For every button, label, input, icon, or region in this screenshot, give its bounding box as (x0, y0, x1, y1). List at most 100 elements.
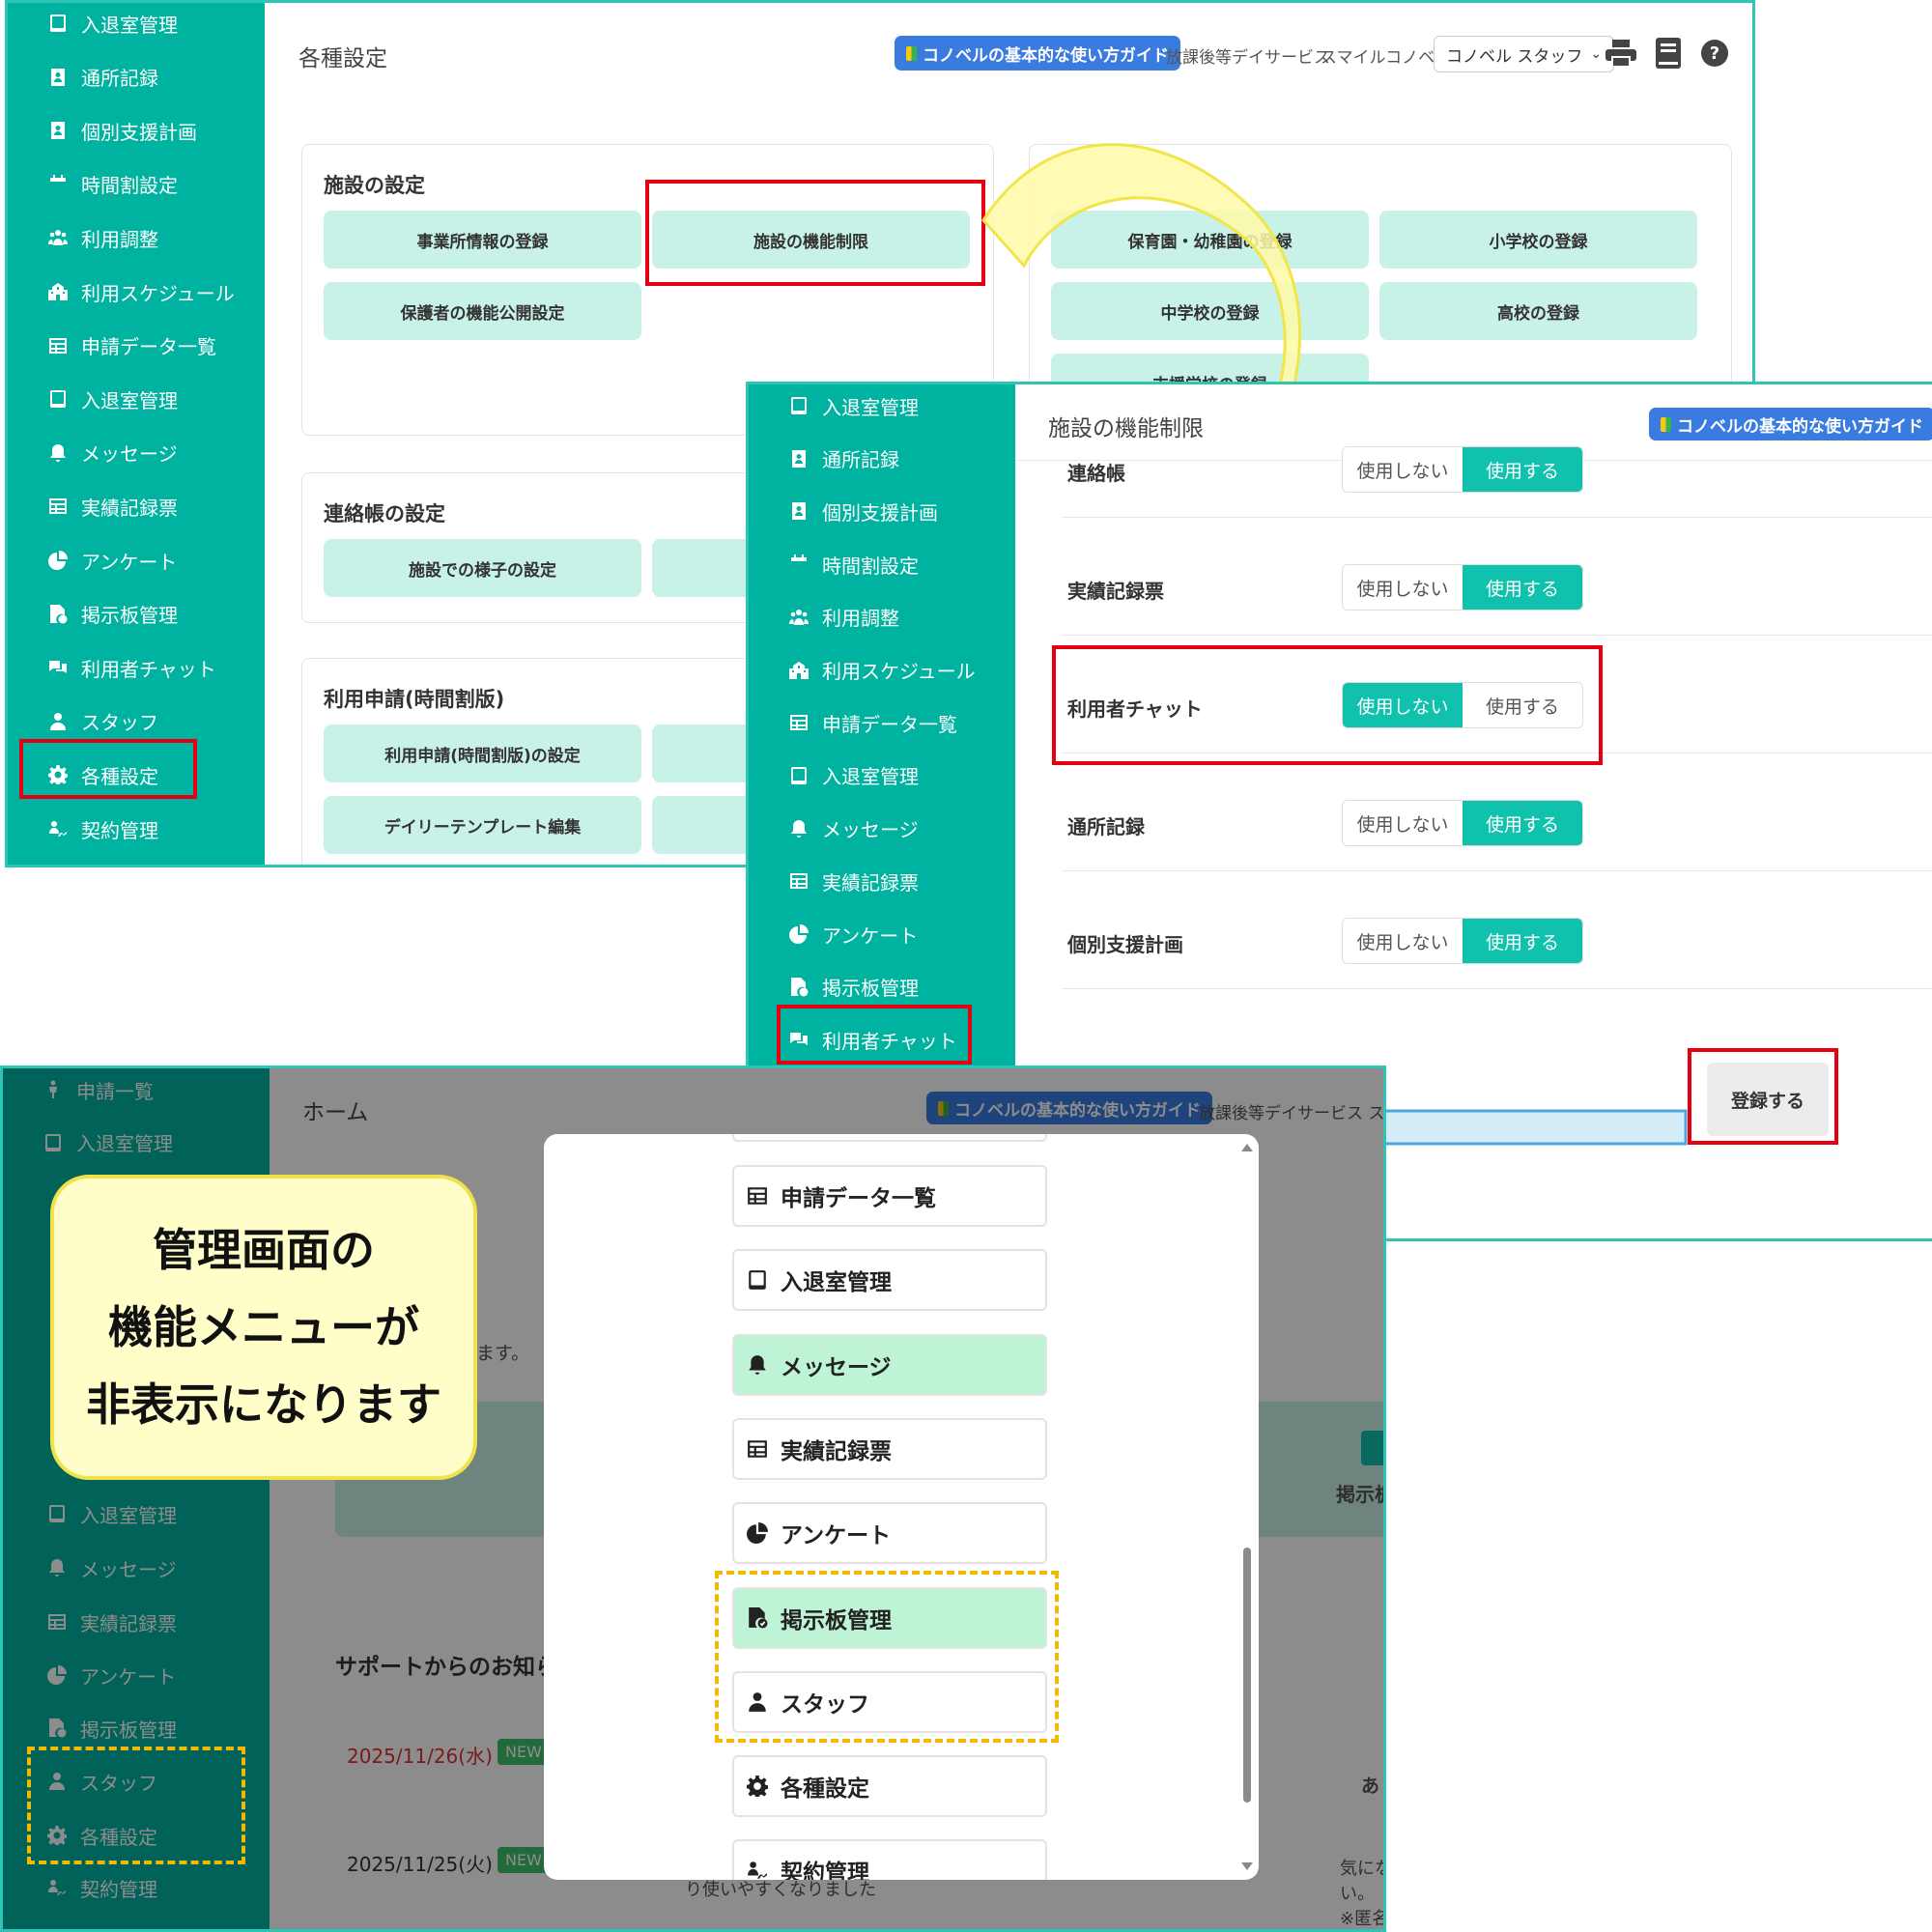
toggle-on-option[interactable]: 使用する (1463, 919, 1582, 963)
modal-menu-item[interactable]: 実績記録票 (732, 1417, 1047, 1480)
sidebar-item[interactable]: スタッフ (8, 702, 265, 741)
service-name: 放課後等デイサービス (1166, 48, 1330, 68)
toggle-off-option[interactable]: 使用しない (1343, 919, 1463, 963)
sidebar-item[interactable]: 個別支援計画 (749, 492, 1015, 530)
user-icon (46, 710, 70, 733)
sidebar-item[interactable]: 入退室管理 (749, 386, 1015, 425)
modal-menu-item[interactable]: 入退室管理 (732, 1249, 1047, 1312)
pie-chart-icon (746, 1521, 769, 1545)
sidebar-item[interactable]: 申請データ一覧 (749, 703, 1015, 742)
highlight-chat-menu (777, 1005, 972, 1065)
modal-menu-item[interactable]: メッセージ (732, 1333, 1047, 1396)
sidebar-item[interactable]: 掲示板管理 (749, 968, 1015, 1007)
sidebar-item-label: 時間割設定 (822, 554, 919, 578)
menu-modal: 申請データ一覧 入退室管理 メッセージ 実績記録票 アンケート 掲示板管理 スタッフ 各種設定… (544, 1134, 1259, 1880)
sidebar-item[interactable]: 利用調整 (8, 218, 265, 257)
high-school-tile[interactable]: 高校の登録 (1379, 282, 1697, 340)
sidebar-item[interactable]: 通所記録 (749, 440, 1015, 478)
sidebar-item[interactable]: 入退室管理 (8, 4, 265, 43)
sidebar-item-label: 申請データ一覧 (81, 335, 216, 359)
id-card-icon (787, 499, 810, 523)
callout-line: 管理画面の (153, 1224, 375, 1276)
sidebar-item[interactable]: メッセージ (8, 434, 265, 472)
partial-item-top (732, 1134, 1047, 1142)
table-icon (746, 1437, 769, 1461)
sidebar-item[interactable]: 入退室管理 (8, 380, 265, 418)
pie-chart-icon (46, 549, 70, 572)
sidebar-item[interactable]: メッセージ (749, 810, 1015, 848)
sidebar-item[interactable]: 通所記録 (8, 58, 265, 97)
sidebar-item[interactable]: 利用調整 (749, 598, 1015, 637)
toggle-off-option[interactable]: 使用しない (1343, 801, 1463, 845)
setting-row-label: 通所記録 (1067, 815, 1145, 838)
application-setting-tile[interactable]: 利用申請(時間割版)の設定 (324, 724, 641, 782)
scrollbar-track[interactable] (1241, 1144, 1253, 1870)
toggle-on-option[interactable]: 使用する (1463, 801, 1582, 845)
daily-template-tile[interactable]: デイリーテンプレート編集 (324, 796, 641, 854)
setting-row-label: 個別支援計画 (1067, 933, 1183, 956)
modal-menu-item[interactable]: 各種設定 (732, 1755, 1047, 1818)
sidebar-item-label: 掲示板管理 (81, 604, 178, 628)
modal-menu-item[interactable]: アンケート (732, 1502, 1047, 1565)
help-icon[interactable]: ? (1701, 40, 1728, 67)
toggle-on-option[interactable]: 使用する (1463, 565, 1582, 610)
tablet-icon (46, 387, 70, 411)
id-card-icon (46, 66, 70, 89)
scrollbar-thumb[interactable] (1243, 1548, 1251, 1803)
card-title: 連絡帳の設定 (324, 502, 445, 526)
sidebar-item-label: 申請データ一覧 (822, 712, 957, 736)
toggle-off-option[interactable]: 使用しない (1343, 447, 1463, 492)
table-icon (787, 711, 810, 734)
highlight-settings-menu (19, 739, 197, 799)
sidebar-item[interactable]: 申請データ一覧 (8, 327, 265, 365)
modal-menu-item[interactable]: 契約管理 (732, 1839, 1047, 1880)
chat-icon (46, 656, 70, 679)
manual-book-icon[interactable] (1656, 38, 1681, 69)
sidebar-item[interactable]: 実績記録票 (8, 487, 265, 526)
calendar-icon (787, 553, 810, 576)
business-info-tile[interactable]: 事業所情報の登録 (324, 211, 641, 269)
sidebar-item[interactable]: 利用者チャット (8, 648, 265, 687)
file-check-icon (787, 976, 810, 999)
sidebar-item[interactable]: 個別支援計画 (8, 111, 265, 150)
guide-button[interactable]: コノベルの基本的な使い方ガイド (895, 36, 1180, 71)
staff-select[interactable]: コノベル スタッフ ⌄ (1434, 36, 1615, 72)
sidebar-item-label: 個別支援計画 (822, 500, 938, 525)
facility-state-tile[interactable]: 施設での様子の設定 (324, 539, 641, 597)
scroll-up-icon[interactable] (1241, 1144, 1253, 1151)
sidebar-item[interactable]: 入退室管理 (749, 756, 1015, 795)
sidebar-item-label: 契約管理 (81, 818, 158, 842)
modal-menu-item[interactable]: 申請データ一覧 (732, 1165, 1047, 1227)
modal-menu-label: 契約管理 (781, 1861, 869, 1880)
guardian-feature-tile[interactable]: 保護者の機能公開設定 (324, 282, 641, 340)
sidebar-item[interactable]: アンケート (8, 541, 265, 580)
toggle-off-option[interactable]: 使用しない (1343, 565, 1463, 610)
file-check-icon (46, 603, 70, 626)
sidebar-item-label: アンケート (822, 923, 919, 948)
guide-button[interactable]: コノベルの基本的な使い方ガイド (1649, 408, 1932, 440)
sidebar-item[interactable]: 利用スケジュール (8, 272, 265, 311)
beginner-icon (906, 45, 917, 61)
sidebar-item[interactable]: 利用スケジュール (749, 651, 1015, 690)
sidebar-item[interactable]: 掲示板管理 (8, 595, 265, 634)
toggle-on-option[interactable]: 使用する (1463, 447, 1582, 492)
modal-menu-label: 実績記録票 (781, 1438, 892, 1464)
elementary-tile[interactable]: 小学校の登録 (1379, 211, 1697, 269)
scroll-down-icon[interactable] (1241, 1862, 1253, 1870)
sidebar-item-label: メッセージ (822, 818, 919, 842)
sidebar-item-label: 通所記録 (822, 448, 899, 472)
sidebar-item[interactable]: 時間割設定 (8, 165, 265, 204)
print-icon[interactable] (1605, 40, 1636, 68)
sidebar-item-label: 掲示板管理 (822, 977, 919, 1001)
sidebar-item[interactable]: アンケート (749, 915, 1015, 953)
gear-icon (746, 1775, 769, 1798)
table-icon (46, 495, 70, 518)
sidebar-item[interactable]: 実績記録票 (749, 862, 1015, 900)
callout-line: 非表示になります (86, 1378, 441, 1431)
sidebar-item-label: 利用調整 (81, 227, 158, 251)
sidebar-item[interactable]: 契約管理 (8, 810, 265, 848)
sidebar-item[interactable]: 時間割設定 (749, 545, 1015, 583)
sidebar-item-label: 利用調整 (822, 607, 899, 631)
highlight-modal-staff-settings (715, 1571, 1059, 1743)
callout-line: 機能メニューが (108, 1301, 419, 1353)
